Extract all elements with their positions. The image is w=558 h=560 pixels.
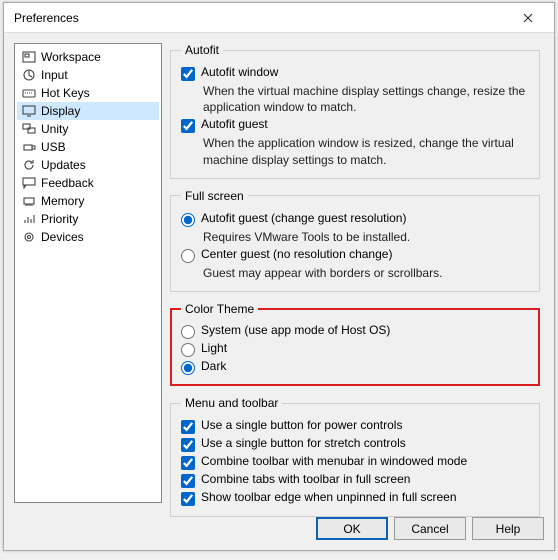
menu-toolbar-input-0[interactable]: [181, 420, 195, 434]
sidebar-item-label: Display: [41, 104, 80, 118]
updates-icon: [21, 159, 37, 171]
theme-dark-input[interactable]: [181, 361, 195, 375]
sidebar-item-label: Workspace: [41, 50, 101, 64]
autofit-window-desc: When the virtual machine display setting…: [203, 83, 529, 115]
settings-panel: Autofit Autofit window When the virtual …: [170, 43, 544, 503]
sidebar-item-devices[interactable]: Devices: [17, 228, 159, 246]
titlebar: Preferences: [4, 3, 554, 33]
help-button[interactable]: Help: [472, 517, 544, 540]
fullscreen-group: Full screen Autofit guest (change guest …: [170, 189, 540, 292]
sidebar-item-label: Devices: [41, 230, 84, 244]
autofit-guest-desc: When the application window is resized, …: [203, 135, 529, 167]
sidebar-item-usb[interactable]: USB: [17, 138, 159, 156]
sidebar-item-label: Priority: [41, 212, 78, 226]
sidebar-item-input[interactable]: Input: [17, 66, 159, 84]
autofit-legend: Autofit: [181, 43, 223, 57]
menu-toolbar-label-3: Combine tabs with toolbar in full screen: [201, 472, 410, 486]
sidebar-item-unity[interactable]: Unity: [17, 120, 159, 138]
theme-system-radio[interactable]: System (use app mode of Host OS): [181, 323, 529, 339]
fullscreen-autofit-label: Autofit guest (change guest resolution): [201, 211, 406, 225]
menu-toolbar-input-4[interactable]: [181, 492, 195, 506]
unity-icon: [21, 123, 37, 135]
cancel-button[interactable]: Cancel: [394, 517, 466, 540]
input-icon: [21, 69, 37, 81]
theme-light-input[interactable]: [181, 343, 195, 357]
hotkeys-icon: [21, 87, 37, 99]
sidebar-item-hot-keys[interactable]: Hot Keys: [17, 84, 159, 102]
color-theme-legend: Color Theme: [181, 302, 258, 316]
display-icon: [21, 105, 37, 117]
priority-icon: [21, 213, 37, 225]
autofit-guest-checkbox[interactable]: Autofit guest: [181, 117, 529, 133]
feedback-icon: [21, 177, 37, 189]
theme-system-input[interactable]: [181, 325, 195, 339]
menu-toolbar-label-0: Use a single button for power controls: [201, 418, 402, 432]
menu-toolbar-checkbox-3[interactable]: Combine tabs with toolbar in full screen: [181, 472, 529, 488]
sidebar-item-feedback[interactable]: Feedback: [17, 174, 159, 192]
menu-toolbar-checkbox-4[interactable]: Show toolbar edge when unpinned in full …: [181, 490, 529, 506]
menu-toolbar-label-1: Use a single button for stretch controls: [201, 436, 406, 450]
menu-toolbar-input-2[interactable]: [181, 456, 195, 470]
fullscreen-autofit-input[interactable]: [181, 213, 195, 227]
autofit-window-checkbox[interactable]: Autofit window: [181, 65, 529, 81]
sidebar-item-memory[interactable]: Memory: [17, 192, 159, 210]
ok-button[interactable]: OK: [316, 517, 388, 540]
close-button[interactable]: [506, 4, 550, 32]
fullscreen-center-radio[interactable]: Center guest (no resolution change): [181, 247, 529, 263]
theme-light-radio[interactable]: Light: [181, 341, 529, 357]
close-icon: [523, 10, 533, 26]
sidebar-item-workspace[interactable]: Workspace: [17, 48, 159, 66]
fullscreen-center-label: Center guest (no resolution change): [201, 247, 392, 261]
window-title: Preferences: [14, 11, 79, 25]
menu-toolbar-legend: Menu and toolbar: [181, 396, 282, 410]
theme-system-label: System (use app mode of Host OS): [201, 323, 390, 337]
menu-toolbar-checkbox-0[interactable]: Use a single button for power controls: [181, 418, 529, 434]
sidebar-item-label: Input: [41, 68, 68, 82]
menu-toolbar-input-3[interactable]: [181, 474, 195, 488]
menu-toolbar-checkbox-1[interactable]: Use a single button for stretch controls: [181, 436, 529, 452]
menu-toolbar-input-1[interactable]: [181, 438, 195, 452]
menu-toolbar-checkbox-2[interactable]: Combine toolbar with menubar in windowed…: [181, 454, 529, 470]
theme-dark-radio[interactable]: Dark: [181, 359, 529, 375]
fullscreen-autofit-desc: Requires VMware Tools to be installed.: [203, 229, 529, 245]
devices-icon: [21, 231, 37, 243]
color-theme-group: Color Theme System (use app mode of Host…: [170, 302, 540, 386]
theme-light-label: Light: [201, 341, 227, 355]
usb-icon: [21, 141, 37, 153]
menu-toolbar-label-4: Show toolbar edge when unpinned in full …: [201, 490, 457, 504]
fullscreen-center-desc: Guest may appear with borders or scrollb…: [203, 265, 529, 281]
sidebar-item-priority[interactable]: Priority: [17, 210, 159, 228]
category-list: Workspace Input Hot Keys Display Unity USB Upd…: [14, 43, 162, 503]
sidebar-item-updates[interactable]: Updates: [17, 156, 159, 174]
autofit-guest-input[interactable]: [181, 119, 195, 133]
sidebar-item-display[interactable]: Display: [17, 102, 159, 120]
fullscreen-center-input[interactable]: [181, 249, 195, 263]
menu-toolbar-group: Menu and toolbar Use a single button for…: [170, 396, 540, 517]
sidebar-item-label: Hot Keys: [41, 86, 90, 100]
menu-toolbar-label-2: Combine toolbar with menubar in windowed…: [201, 454, 467, 468]
theme-dark-label: Dark: [201, 359, 226, 373]
sidebar-item-label: Feedback: [41, 176, 94, 190]
preferences-window: Preferences Workspace Input Hot Keys Displa…: [3, 2, 555, 551]
memory-icon: [21, 195, 37, 207]
sidebar-item-label: Updates: [41, 158, 86, 172]
fullscreen-legend: Full screen: [181, 189, 248, 203]
sidebar-item-label: Unity: [41, 122, 68, 136]
autofit-window-label: Autofit window: [201, 65, 278, 79]
autofit-guest-label: Autofit guest: [201, 117, 268, 131]
autofit-group: Autofit Autofit window When the virtual …: [170, 43, 540, 179]
fullscreen-autofit-radio[interactable]: Autofit guest (change guest resolution): [181, 211, 529, 227]
sidebar-item-label: USB: [41, 140, 66, 154]
sidebar-item-label: Memory: [41, 194, 84, 208]
workspace-icon: [21, 51, 37, 63]
autofit-window-input[interactable]: [181, 67, 195, 81]
